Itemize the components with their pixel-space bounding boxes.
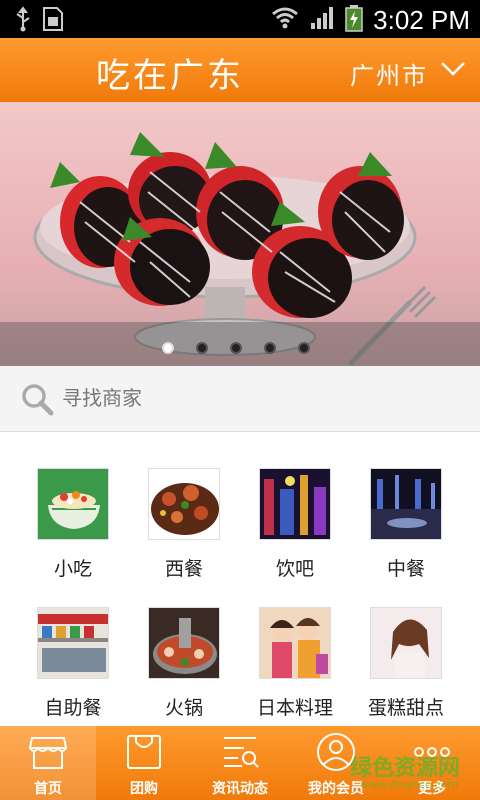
search-icon[interactable] [20, 382, 54, 420]
clock: 3:02 PM [373, 4, 470, 35]
drink-bar-thumbnail [259, 468, 331, 540]
status-bar: 3:02 PM [0, 0, 480, 38]
category-grid: 小吃 西餐 饮吧 中餐 自助餐 火锅 日本料理 蛋糕甜点 [0, 432, 480, 726]
hotpot-thumbnail [148, 607, 220, 679]
tab-label: 资讯动态 [212, 781, 268, 797]
carousel-dot[interactable] [230, 342, 242, 354]
tab-home[interactable]: 首页 [0, 726, 96, 800]
search-bar [0, 366, 480, 432]
category-western[interactable]: 西餐 [134, 468, 234, 581]
category-label: 西餐 [164, 558, 203, 580]
usb-icon [14, 6, 32, 36]
carousel-indicator [162, 342, 310, 354]
category-label: 日本料理 [256, 697, 333, 719]
app-header: 吃在广东 广州市 [0, 38, 480, 102]
category-label: 蛋糕甜点 [367, 697, 444, 719]
tab-label: 团购 [130, 781, 158, 797]
japanese-food-thumbnail [259, 607, 331, 679]
shopping-bag-icon [127, 735, 161, 769]
snack-bowl-icon [37, 468, 109, 540]
search-input[interactable] [62, 380, 462, 416]
bottom-tab-bar: 首页 团购 资讯动态 我的会员 更多 绿色资源网 www.downcc.com [0, 726, 480, 800]
tab-group-buy[interactable]: 团购 [96, 726, 192, 800]
category-hotpot[interactable]: 火锅 [134, 607, 234, 720]
carousel-dot[interactable] [298, 342, 310, 354]
category-label: 小吃 [53, 558, 92, 580]
signal-icon [309, 5, 335, 35]
sim-icon [42, 6, 64, 36]
category-buffet[interactable]: 自助餐 [23, 607, 123, 720]
cake-dessert-thumbnail [370, 607, 442, 679]
battery-charging-icon [345, 4, 363, 36]
chinese-food-thumbnail [370, 468, 442, 540]
category-chinese[interactable]: 中餐 [356, 468, 456, 581]
city-selector[interactable]: 广州市 [350, 56, 428, 91]
buffet-thumbnail [37, 607, 109, 679]
news-search-icon [224, 737, 259, 768]
category-japanese[interactable]: 日本料理 [245, 607, 345, 720]
category-label: 中餐 [386, 558, 425, 580]
store-icon [28, 737, 68, 769]
tab-news[interactable]: 资讯动态 [192, 726, 288, 800]
chevron-down-icon[interactable] [440, 60, 466, 82]
category-label: 饮吧 [275, 558, 314, 580]
category-label: 自助餐 [44, 697, 102, 719]
carousel-dot[interactable] [162, 342, 174, 354]
category-cake-dessert[interactable]: 蛋糕甜点 [356, 607, 456, 720]
carousel-dot[interactable] [264, 342, 276, 354]
category-drink-bar[interactable]: 饮吧 [245, 468, 345, 581]
category-label: 火锅 [164, 697, 203, 719]
tab-label: 首页 [34, 781, 62, 797]
watermark-url: www.downcc.com [359, 778, 458, 791]
banner-carousel[interactable] [0, 102, 480, 366]
carousel-dot[interactable] [196, 342, 208, 354]
western-food-thumbnail [148, 468, 220, 540]
category-snacks[interactable]: 小吃 [23, 468, 123, 581]
wifi-icon [271, 6, 299, 34]
page-title: 吃在广东 [96, 56, 244, 96]
